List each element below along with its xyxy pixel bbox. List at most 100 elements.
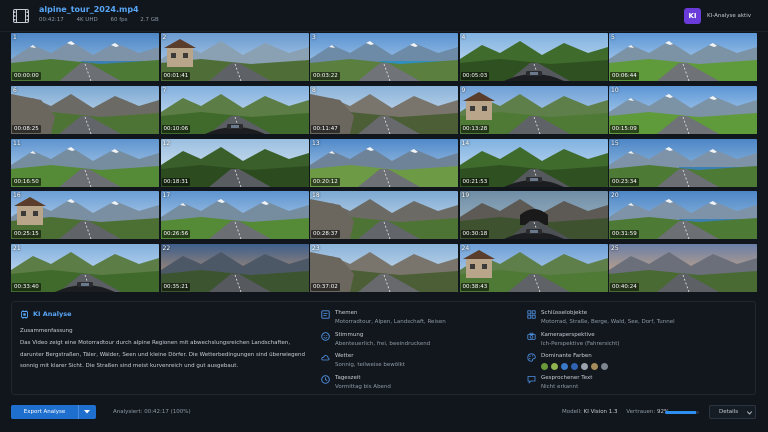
confidence-bar-fill (665, 411, 697, 414)
thumbnail-timecode: 00:08:25 (12, 124, 41, 133)
speech-bubble-icon (527, 376, 536, 384)
thumbnail-23[interactable]: 23 00:37:02 (310, 244, 458, 292)
thumbnail-2[interactable]: 2 00:01:41 (160, 33, 309, 81)
analysed-label: Analysiert: (113, 409, 143, 415)
themes-label: Themen (335, 310, 358, 316)
analysis-panel: KI Analyse Zusammenfassung Das Video zei… (11, 301, 756, 395)
thumbnail-number: 18 (312, 192, 320, 200)
thumbnail-16[interactable]: 16 00:25:15 (11, 191, 159, 240)
thumbnail-number: 17 (162, 192, 171, 200)
summary-label: Zusammenfassung (20, 328, 73, 334)
weather-label: Wetter (335, 353, 354, 359)
thumbnail-timecode: 00:20:12 (311, 177, 340, 186)
thumbnail-7[interactable]: 7 00:10:06 (160, 85, 309, 134)
thumbnail-20[interactable]: 20 00:31:59 (609, 191, 757, 240)
model-label: Modell: (562, 409, 582, 415)
file-name[interactable]: alpine_tour_2024.mp4 (39, 5, 139, 14)
thumbnail-number: 1 (13, 34, 17, 41)
thumbnail-11[interactable]: 11 00:16:50 (11, 138, 159, 187)
thumbnail-5[interactable]: 5 00:06:44 (609, 33, 757, 81)
thumbnail-25[interactable]: 25 00:40:24 (609, 244, 757, 292)
color-swatch-7 (601, 363, 608, 370)
header-bar: alpine_tour_2024.mp4 00:42:17 4K UHD 60 … (0, 0, 768, 32)
thumbnail-timecode: 00:13:28 (460, 124, 490, 133)
thumbnail-number: 6 (13, 86, 17, 94)
clock-icon (321, 375, 330, 384)
thumbnail-timecode: 00:33:40 (12, 283, 41, 291)
mood-label: Stimmung (335, 332, 364, 338)
thumbnail-timecode: 00:03:22 (311, 72, 340, 80)
thumbnail-timecode: 00:38:43 (460, 283, 490, 291)
thumbnail-24[interactable]: 24 00:38:43 (459, 244, 608, 292)
daytime-label: Tageszeit (335, 375, 361, 381)
thumbnail-timecode: 00:35:21 (161, 283, 191, 291)
thumbnail-number: 11 (13, 139, 21, 147)
thumbnail-number: 23 (312, 245, 320, 252)
thumbnail-timecode: 00:37:02 (311, 283, 340, 291)
thumbnail-6[interactable]: 6 00:08:25 (11, 85, 159, 134)
thumbnail-timecode: 00:16:50 (12, 177, 41, 186)
thumbnail-number: 14 (461, 139, 470, 147)
camera-icon (527, 332, 536, 340)
thumbnail-number: 25 (611, 245, 619, 252)
thumbnail-19[interactable]: 19 00:30:18 (459, 191, 608, 240)
palette-icon (527, 353, 536, 362)
analysis-title: KI Analyse (33, 310, 72, 318)
thumbnail-timecode: 00:31:59 (610, 230, 639, 239)
thumbnail-number: 8 (312, 86, 316, 94)
thumbnail-timecode: 00:05:03 (460, 72, 490, 80)
thumbnail-10[interactable]: 10 00:15:09 (609, 85, 757, 134)
daytime-value: Vormittag bis Abend (335, 384, 391, 390)
analysed-value: 00:42:17 (100%) (144, 409, 191, 415)
ai-chip-icon (21, 310, 28, 319)
tag-icon (321, 310, 330, 319)
thumbnail-timecode: 00:10:06 (161, 124, 191, 133)
thumbnail-number: 9 (461, 86, 466, 94)
color-swatch-6 (591, 363, 598, 370)
thumbnail-22[interactable]: 22 00:35:21 (160, 244, 309, 292)
keyobjects-label: Schlüsselobjekte (541, 310, 588, 316)
thumbnail-18[interactable]: 18 00:28:37 (310, 191, 458, 240)
weather-value: Sonnig, teilweise bewölkt (335, 362, 405, 368)
keyobjects-value: Motorrad, Straße, Berge, Wald, See, Dorf… (541, 319, 675, 325)
export-analysis-button[interactable]: Export Analyse (11, 405, 96, 419)
thumbnail-timecode: 00:23:34 (610, 177, 639, 186)
thumbnail-1[interactable]: 1 00:00:00 (11, 33, 159, 81)
ai-status: KI-Analyse aktiv (707, 13, 751, 19)
perspective-label: Kameraperspektive (541, 332, 595, 338)
thumbnail-timecode: 00:00:00 (12, 72, 41, 80)
color-swatch-2 (551, 363, 558, 370)
thumbnail-timecode: 00:15:09 (610, 124, 639, 133)
color-swatch-5 (581, 363, 588, 370)
thumbnail-15[interactable]: 15 00:23:34 (609, 138, 757, 187)
ai-badge[interactable]: KI (684, 8, 701, 24)
thumbnail-timecode: 00:25:15 (12, 230, 41, 239)
thumbnail-14[interactable]: 14 00:21:53 (459, 138, 608, 187)
thumbnail-timecode: 00:28:37 (311, 230, 340, 239)
thumbnail-12[interactable]: 12 00:18:31 (160, 138, 309, 187)
thumbnail-timecode: 00:40:24 (610, 283, 639, 291)
thumbnail-17[interactable]: 17 00:26:56 (160, 191, 309, 240)
thumbnail-13[interactable]: 13 00:20:12 (310, 138, 458, 187)
color-swatch-3 (561, 363, 568, 370)
file-meta: 00:42:17 4K UHD 60 fps 2.7 GB (39, 17, 170, 23)
details-dropdown[interactable]: Details (709, 405, 756, 419)
speech-value: Nicht erkannt (541, 384, 579, 390)
thumbnail-3[interactable]: 3 00:03:22 (310, 33, 458, 81)
thumbnail-number: 21 (13, 245, 21, 252)
color-swatches (541, 363, 608, 370)
thumbnail-number: 2 (162, 34, 167, 41)
thumbnail-4[interactable]: 4 00:05:03 (459, 33, 608, 81)
thumbnail-21[interactable]: 21 00:33:40 (11, 244, 159, 292)
thumbnail-8[interactable]: 8 00:11:47 (310, 85, 458, 134)
color-swatch-4 (571, 363, 578, 370)
thumbnail-number: 24 (461, 245, 470, 252)
chevron-down-icon (747, 411, 752, 415)
film-strip-icon (13, 9, 29, 23)
thumbnail-9[interactable]: 9 00:13:28 (459, 85, 608, 134)
export-analysis-label[interactable]: Export Analyse (11, 405, 79, 419)
export-dropdown-toggle[interactable] (79, 405, 96, 419)
thumbnail-number: 20 (611, 192, 619, 200)
thumbnail-timecode: 00:18:31 (161, 177, 191, 186)
chevron-down-icon (84, 410, 90, 414)
